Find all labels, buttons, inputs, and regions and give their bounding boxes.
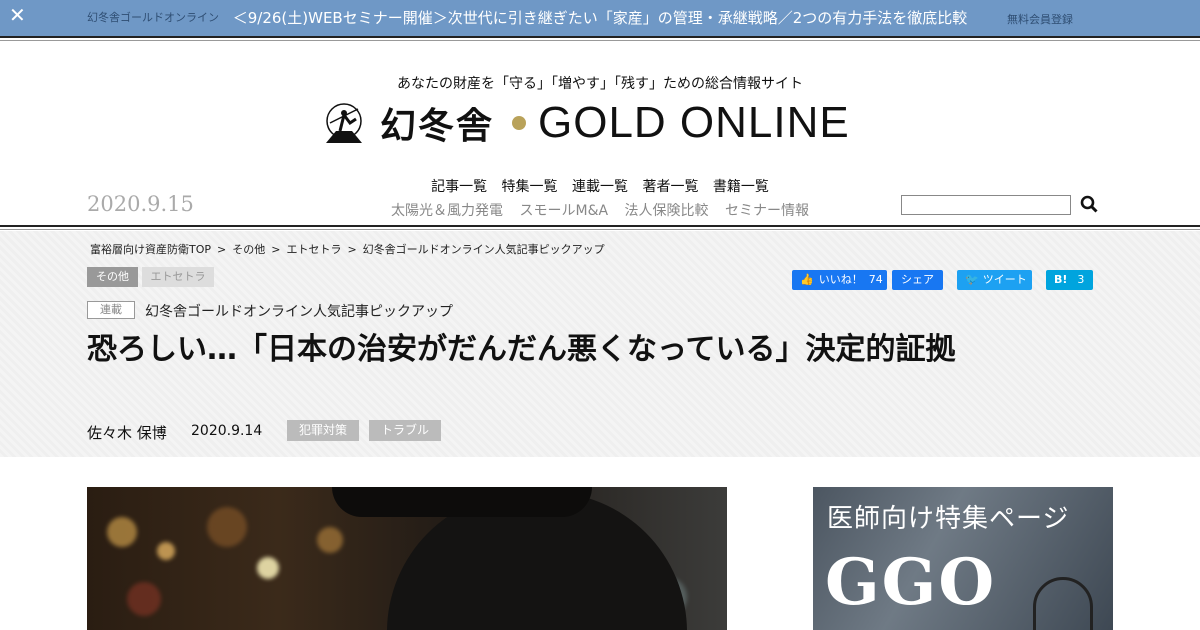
ad-title: 医師向け特集ページ: [827, 504, 1070, 534]
tweet-button[interactable]: 🐦 ツイート: [957, 270, 1032, 290]
series-name[interactable]: 幻冬舎ゴールドオンライン人気記事ピックアップ: [145, 301, 453, 321]
hatena-count: 3: [1077, 273, 1085, 286]
breadcrumb-item[interactable]: 幻冬舎ゴールドオンライン人気記事ピックアップ: [363, 243, 605, 256]
author-name[interactable]: 佐々木 保博: [87, 422, 167, 443]
nav-small-ma[interactable]: スモールM&A: [519, 203, 608, 219]
divider: [0, 225, 1200, 227]
breadcrumb-item[interactable]: 富裕層向け資産防衛TOP: [90, 243, 211, 256]
category-tag-other[interactable]: その他: [87, 267, 138, 287]
topic-tag-crime[interactable]: 犯罪対策: [287, 420, 359, 441]
thumbs-up-icon: 👍: [800, 273, 814, 286]
stethoscope-icon: [1033, 577, 1093, 630]
facebook-like-button[interactable]: 👍 いいね！ 74: [792, 270, 887, 290]
divider: [0, 40, 1200, 41]
breadcrumb: 富裕層向け資産防衛TOP > その他 > エトセトラ > 幻冬舎ゴールドオンライン人気記事ピ…: [90, 243, 605, 256]
tweet-label: ツイート: [982, 273, 1027, 286]
announcement-message[interactable]: ＜9/26(土)WEBセミナー開催＞次世代に引き継ぎたい「家産」の管理・承継戦略…: [0, 7, 1200, 28]
hatena-icon: B!: [1054, 273, 1068, 286]
nav-features[interactable]: 特集一覧: [502, 179, 558, 195]
share-label: シェア: [901, 273, 934, 286]
nav-seminars[interactable]: セミナー情報: [725, 203, 809, 219]
divider: [0, 229, 1200, 230]
police-cap-silhouette: [332, 487, 592, 517]
site-tagline: あなたの財産を「守る」「増やす」「残す」ための総合情報サイト: [397, 76, 803, 92]
breadcrumb-item[interactable]: その他: [232, 243, 265, 256]
search-input[interactable]: [901, 195, 1071, 215]
twitter-bird-icon: 🐦: [965, 273, 979, 286]
logo-kanji: 幻冬舎: [380, 105, 495, 147]
primary-nav: 記事一覧 特集一覧 連載一覧 著者一覧 書籍一覧: [0, 176, 1200, 196]
nav-authors[interactable]: 著者一覧: [642, 179, 698, 195]
search-icon[interactable]: [1080, 195, 1098, 213]
nav-solar-wind[interactable]: 太陽光＆風力発電: [391, 203, 503, 219]
divider: [0, 36, 1200, 38]
close-icon[interactable]: ✕: [9, 4, 27, 26]
nav-articles[interactable]: 記事一覧: [431, 179, 487, 195]
series-badge: 連載: [87, 301, 135, 319]
category-tag-etcetera[interactable]: エトセトラ: [142, 267, 214, 287]
facebook-share-button[interactable]: シェア: [892, 270, 943, 290]
hatena-bookmark-button[interactable]: B! 3: [1046, 270, 1093, 290]
breadcrumb-item[interactable]: エトセトラ: [286, 243, 341, 256]
topic-tag-trouble[interactable]: トラブル: [369, 420, 441, 441]
logo-text: GOLD ONLINE: [538, 98, 850, 147]
sidebar-ad-banner[interactable]: 医師向け特集ページ GGO: [813, 487, 1113, 630]
article-title: 恐ろしい…「日本の治安がだんだん悪くなっている」決定的証拠: [87, 332, 956, 367]
announcement-bar[interactable]: 幻冬舎ゴールドオンライン 無料会員登録 ＜9/26(土)WEBセミナー開催＞次世…: [0, 0, 1200, 36]
samurai-emblem-icon: [326, 103, 362, 143]
publish-date: 2020.9.14: [191, 423, 263, 439]
article-hero-image: [87, 487, 727, 630]
nav-series[interactable]: 連載一覧: [572, 179, 628, 195]
site-logo[interactable]: 幻冬舎 GOLD ONLINE: [322, 98, 850, 147]
nav-corporate-insurance[interactable]: 法人保険比較: [625, 203, 709, 219]
like-count: 74: [868, 273, 883, 286]
like-label: いいね！: [818, 273, 863, 286]
nav-books[interactable]: 書籍一覧: [713, 179, 769, 195]
logo-dot: [512, 116, 527, 130]
ad-brand: GGO: [825, 545, 997, 620]
